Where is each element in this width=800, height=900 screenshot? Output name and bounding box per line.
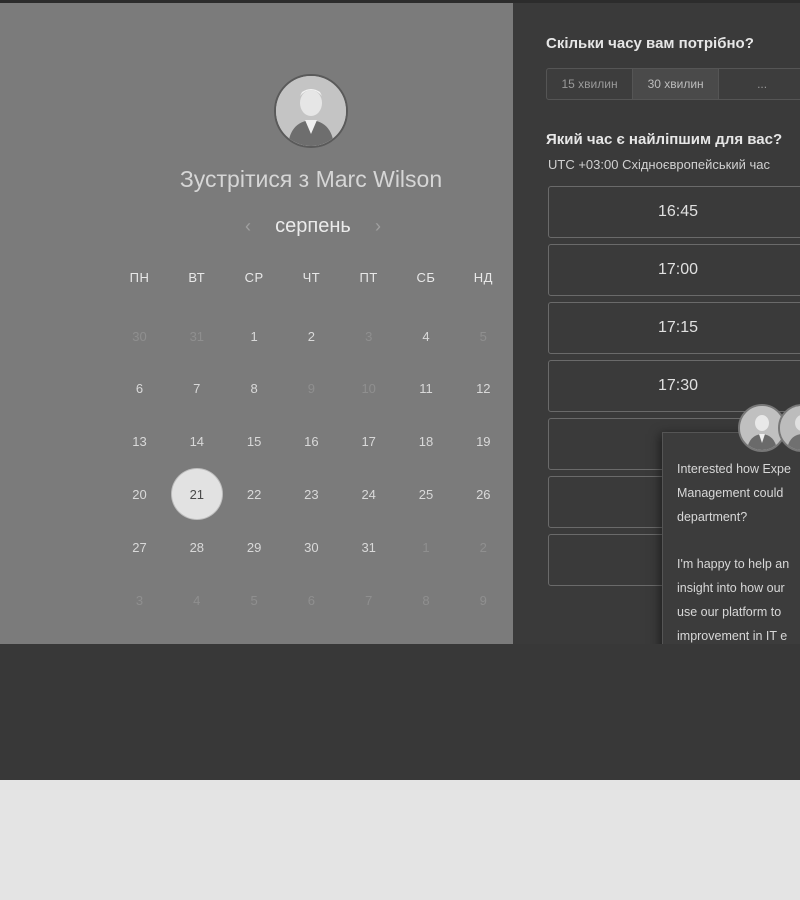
month-navigator: ‹ серпень ›	[240, 212, 386, 240]
day-cell: 1	[422, 539, 430, 555]
day-cell[interactable]: 25	[398, 468, 455, 520]
day-cell: 31	[189, 328, 205, 344]
day-cell: 3	[365, 328, 373, 344]
weekday-label: НД	[473, 270, 493, 285]
chat-line: I'm happy to help an	[677, 557, 790, 571]
weekday-label: ВТ	[188, 270, 206, 285]
day-cell[interactable]: 12	[455, 363, 512, 415]
duration-option-15[interactable]: 15 хвилин	[547, 69, 634, 99]
weekday-label: ПТ	[359, 270, 378, 285]
chat-agent-avatar-2	[778, 404, 800, 452]
day-cell[interactable]: 28	[168, 521, 225, 573]
day-cell[interactable]: 1	[226, 310, 283, 362]
day-cell[interactable]: 6	[111, 363, 168, 415]
day-cell: 30	[132, 328, 147, 344]
day-cell: 9	[479, 592, 487, 608]
day-cell: 6	[307, 592, 315, 608]
chat-line: use our platform to	[677, 605, 782, 619]
day-cell-selected[interactable]: 21	[168, 468, 225, 520]
day-cell: 10	[361, 381, 376, 397]
day-cell[interactable]: 22	[226, 468, 283, 520]
duration-question: Скільки часу вам потрібно?	[546, 35, 754, 52]
day-cell[interactable]: 31	[340, 521, 397, 573]
day-cell: 5	[479, 328, 487, 344]
chat-line: improvement in IT e	[677, 629, 788, 643]
footer-band	[0, 644, 800, 780]
day-cell[interactable]: 26	[455, 468, 512, 520]
day-cell: 3	[135, 592, 144, 608]
day-cell[interactable]: 11	[398, 363, 455, 415]
chat-avatars	[738, 404, 800, 454]
day-cell[interactable]: 29	[226, 521, 283, 573]
day-cell[interactable]: 18	[398, 416, 455, 468]
day-cell: 5	[250, 592, 258, 608]
day-cell[interactable]: 14	[168, 416, 225, 468]
weekday-header: ПН ВТ СР ЧТ ПТ СБ НД	[111, 270, 511, 290]
month-label: серпень	[275, 214, 351, 237]
chat-line: Interested how Expe	[677, 462, 791, 476]
weekday-label: ЧТ	[302, 270, 321, 285]
timezone-label[interactable]: UTC +03:00 Східноєвропейський час	[548, 157, 770, 172]
day-cell[interactable]: 17	[340, 416, 397, 468]
chat-line: department?	[677, 510, 748, 524]
duration-option-30[interactable]: 30 хвилин	[633, 69, 720, 99]
day-cell[interactable]: 20	[111, 468, 168, 520]
day-cell: 7	[365, 592, 373, 608]
day-cell[interactable]: 24	[340, 468, 397, 520]
day-cell[interactable]: 30	[283, 521, 340, 573]
day-cell[interactable]: 8	[226, 363, 283, 415]
day-cell[interactable]: 23	[283, 468, 340, 520]
time-slot[interactable]: 16:45	[548, 186, 800, 238]
time-question: Який час є найліпшим для вас?	[546, 131, 783, 148]
weekday-label: СР	[244, 270, 264, 285]
day-cell: 9	[307, 381, 315, 397]
day-cell[interactable]: 7	[168, 363, 225, 415]
next-month-icon[interactable]: ›	[370, 216, 386, 237]
prev-month-icon[interactable]: ‹	[240, 216, 256, 237]
weekday-label: ПН	[129, 270, 150, 285]
day-cell[interactable]: 16	[283, 416, 340, 468]
time-slot[interactable]: 17:00	[548, 244, 800, 296]
time-slot[interactable]: 17:15	[548, 302, 800, 354]
screen: Зустрітися з Marc Wilson ‹ серпень › ПН В…	[0, 0, 800, 780]
chat-line: insight into how our	[677, 581, 785, 595]
day-cell: 4	[193, 592, 201, 608]
duration-option-more[interactable]: ...	[719, 69, 800, 99]
day-cell[interactable]: 19	[455, 416, 512, 468]
day-cell[interactable]: 2	[283, 310, 340, 362]
day-cell: 2	[479, 539, 487, 555]
chat-paragraph-1: Interested how Expe Management could depar…	[677, 457, 800, 529]
selected-day-label: 21	[171, 469, 222, 520]
host-avatar	[274, 74, 348, 148]
day-cell[interactable]: 13	[111, 416, 168, 468]
day-cell[interactable]: 15	[226, 416, 283, 468]
duration-selector: 15 хвилин 30 хвилин ...	[546, 68, 800, 100]
day-grid: 30 31 1 2 3 4 5 6 7 8 9 10 11 12 13 14 15 16 17 18 19 20 21 22 2…	[111, 310, 511, 630]
chat-line: Management could	[677, 486, 784, 500]
weekday-label: СБ	[416, 270, 436, 285]
day-cell[interactable]: 4	[398, 310, 455, 362]
day-cell: 8	[422, 592, 430, 608]
day-cell[interactable]: 27	[111, 521, 168, 573]
